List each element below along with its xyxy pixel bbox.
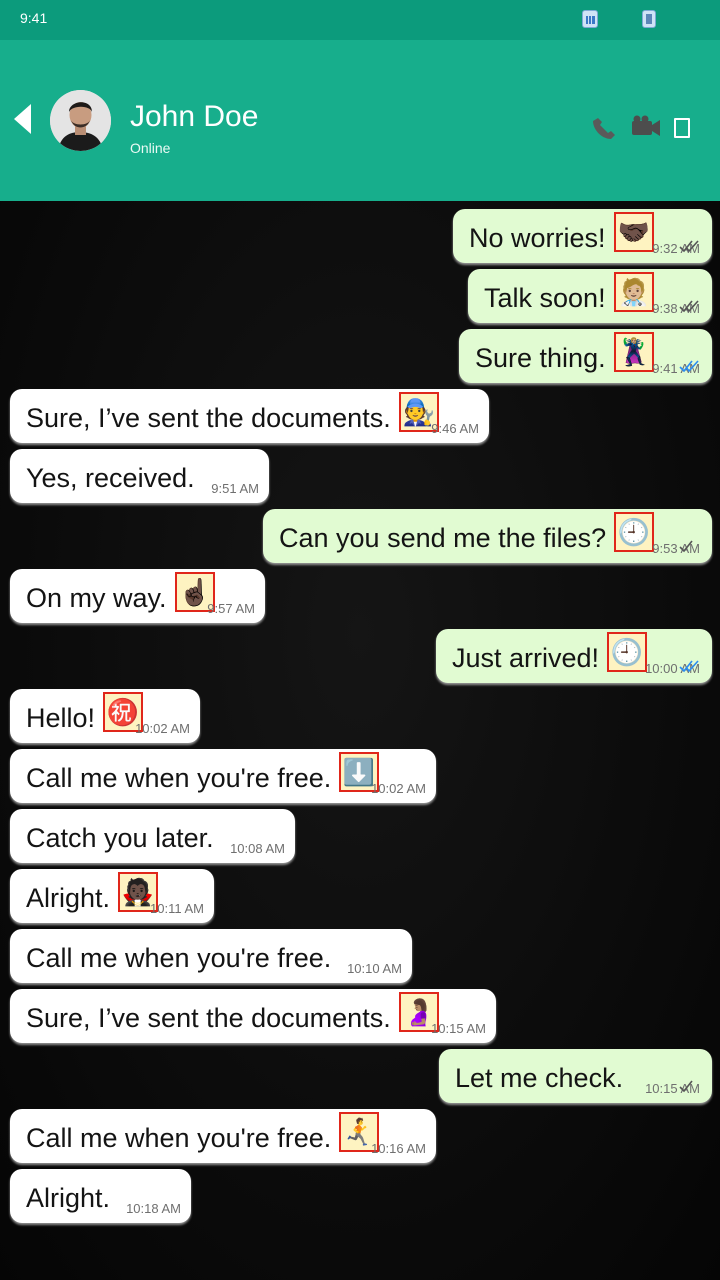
emoji-icon: 🧑🏼‍⚕️ [614,272,654,312]
phone-icon[interactable] [590,112,620,142]
video-camera-icon[interactable] [630,112,662,142]
message-text: Talk soon! [484,283,606,313]
message-text: Alright. [26,1183,111,1213]
message-text: No worries! [469,223,606,253]
chat-area[interactable]: No worries! 🤝🏿 9:32 AM Talk soon! 🧑🏼‍⚕️ 9:38 … [0,201,720,1280]
incoming-message[interactable]: Alright. 10:18 AM [10,1169,191,1223]
incoming-message[interactable]: Sure, I’ve sent the documents. 🧑‍🔧 9:46 AM [10,389,489,443]
message-text: Hello! [26,703,96,733]
emoji-icon: 🤝🏿 [614,212,654,252]
incoming-message[interactable]: Call me when you're free. 10:10 AM [10,929,412,983]
message-text: Sure, I’ve sent the documents. [26,1003,391,1033]
incoming-message[interactable]: On my way. ☝🏿 9:57 AM [10,569,265,623]
message-text: Can you send me the files? [279,523,607,553]
contact-status: Online [130,140,171,156]
incoming-message[interactable]: Call me when you're free. ⬇️ 10:02 AM [10,749,436,803]
message-text: Call me when you're free. [26,943,332,973]
emoji-icon: 🦹🏼‍♀️ [614,332,654,372]
emoji-icon: 🕘 [607,632,647,672]
back-arrow-icon[interactable] [14,104,31,134]
outgoing-message[interactable]: Let me check. 10:15 AM [439,1049,712,1103]
outgoing-message[interactable]: Talk soon! 🧑🏼‍⚕️ 9:38 AM [468,269,712,323]
message-timestamp: 9:46 AM [431,421,479,436]
incoming-message[interactable]: Yes, received. 9:51 AM [10,449,269,503]
sent-check-icon [679,1080,693,1093]
outgoing-message[interactable]: Can you send me the files? 🕘 9:53 AM [263,509,712,563]
signal-icon [582,10,598,28]
contact-name: John Doe [130,100,259,133]
message-timestamp: 9:51 AM [211,481,259,496]
battery-icon [642,10,656,28]
incoming-message[interactable]: Sure, I’ve sent the documents. 🤰🏽 10:15 AM [10,989,496,1043]
message-text: Let me check. [455,1063,624,1093]
status-bar: 9:41 [0,0,720,40]
read-checks-icon [679,360,699,373]
message-text: Call me when you're free. [26,763,332,793]
message-timestamp: 9:57 AM [207,601,255,616]
message-timestamp: 10:02 AM [371,781,426,796]
message-text: Call me when you're free. [26,1123,332,1153]
message-timestamp: 10:15 AM [431,1021,486,1036]
sent-check-icon [679,540,693,553]
read-checks-icon [679,660,699,673]
message-timestamp: 10:11 AM [150,901,204,916]
incoming-message[interactable]: Catch you later. 10:08 AM [10,809,295,863]
message-text: Alright. [26,883,111,913]
avatar[interactable] [50,90,111,151]
delivered-checks-icon [679,300,699,313]
incoming-message[interactable]: Call me when you're free. 🏃‍➡️ 10:16 AM [10,1109,436,1163]
message-timestamp: 10:16 AM [371,1141,426,1156]
message-timestamp: 10:08 AM [230,841,285,856]
message-text: Yes, received. [26,463,195,493]
chat-header: John Doe Online [0,40,720,201]
message-text: Catch you later. [26,823,214,853]
outgoing-message[interactable]: Just arrived! 🕘 10:00 AM [436,629,712,683]
message-text: Sure thing. [475,343,606,373]
message-timestamp: 10:10 AM [347,961,402,976]
outgoing-message[interactable]: Sure thing. 🦹🏼‍♀️ 9:41 AM [459,329,712,383]
status-time: 9:41 [20,10,48,26]
more-options-icon[interactable] [674,118,690,138]
message-timestamp: 10:02 AM [135,721,190,736]
emoji-icon: 🕘 [614,512,654,552]
outgoing-message[interactable]: No worries! 🤝🏿 9:32 AM [453,209,712,263]
message-text: Sure, I’ve sent the documents. [26,403,391,433]
incoming-message[interactable]: Alright. 🧛🏿 10:11 AM [10,869,214,923]
message-timestamp: 10:18 AM [126,1201,181,1216]
message-text: Just arrived! [452,643,600,673]
delivered-checks-icon [679,240,699,253]
incoming-message[interactable]: Hello! ㊗️ 10:02 AM [10,689,200,743]
message-text: On my way. [26,583,167,613]
